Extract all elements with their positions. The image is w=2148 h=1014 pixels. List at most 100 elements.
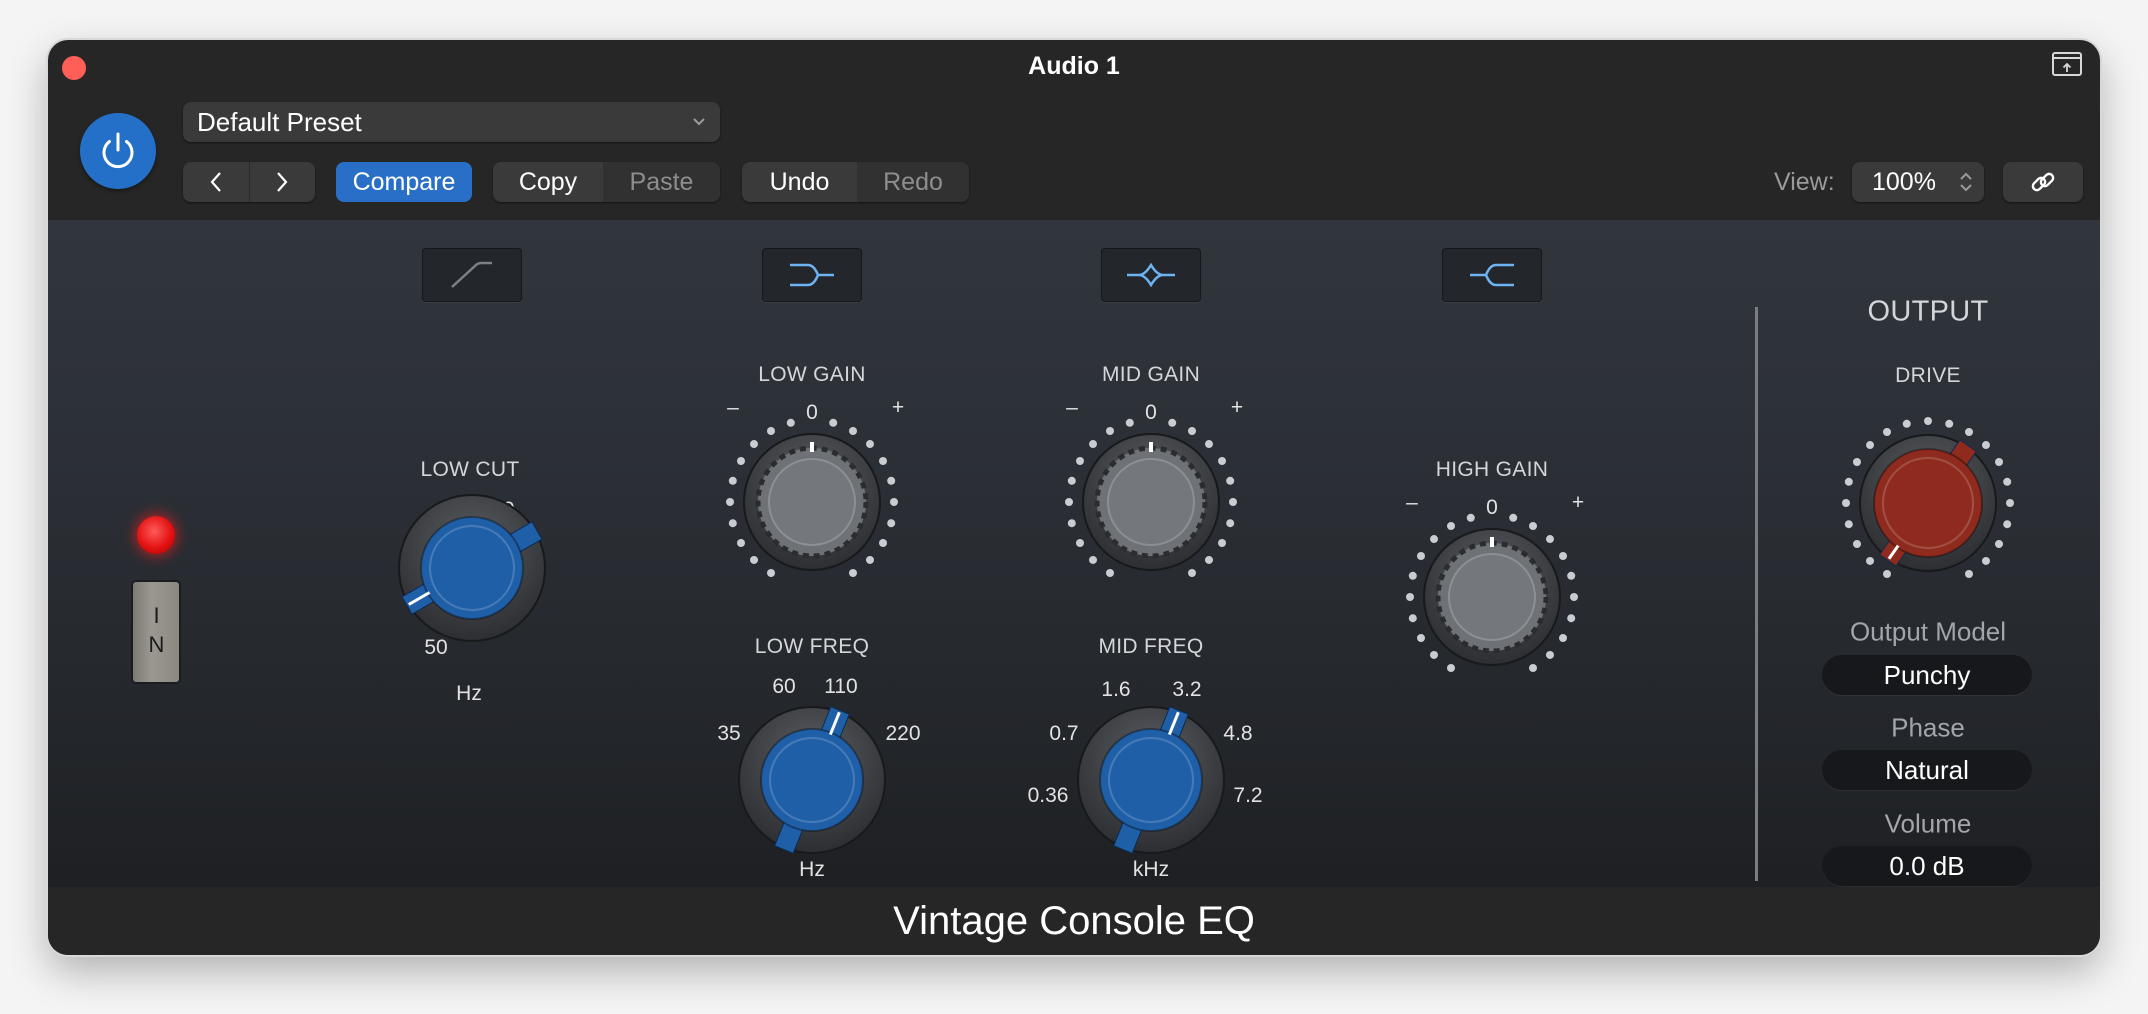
scale-dot <box>1995 540 2004 548</box>
mid-freq-tick-4-8: 4.8 <box>1223 722 1253 745</box>
low-freq-tick-220: 220 <box>885 722 921 745</box>
scale-dot <box>1866 441 1875 450</box>
scale-dot <box>1106 426 1114 435</box>
scale-dot <box>879 539 888 547</box>
high-gain-knob[interactable] <box>1402 507 1582 687</box>
chevron-right-icon <box>277 172 288 192</box>
scale-dot <box>1218 457 1227 465</box>
scale-dot <box>1408 571 1417 580</box>
scale-dot <box>1995 458 2004 466</box>
scale-dot <box>1902 419 1911 428</box>
scale-dot <box>2006 499 2014 507</box>
low-cut-knob[interactable] <box>397 493 547 643</box>
volume-field[interactable]: 0.0 dB <box>1822 846 2032 886</box>
mid-gain-knob[interactable] <box>1061 412 1241 592</box>
low-cut-filter-button[interactable] <box>422 248 522 302</box>
window-title: Audio 1 <box>1028 52 1120 80</box>
low-freq-knob[interactable] <box>737 705 887 855</box>
low-gain-knob[interactable] <box>722 412 902 592</box>
preset-dropdown[interactable]: Default Preset <box>183 102 720 142</box>
scale-dot <box>1106 569 1114 578</box>
scale-dot <box>1125 418 1134 427</box>
scale-dot <box>767 569 775 578</box>
low-filter-button[interactable] <box>762 248 862 302</box>
scale-dot <box>736 457 745 465</box>
mid-freq-tick-3-2: 3.2 <box>1172 678 1202 701</box>
scale-dot <box>1447 521 1455 530</box>
scale-dot <box>1570 593 1578 601</box>
scale-dot <box>887 519 896 528</box>
scale-dot <box>879 457 888 465</box>
mid-freq-tick-7-2: 7.2 <box>1233 784 1263 807</box>
mid-gain-label: MID GAIN <box>1101 363 1201 386</box>
scale-dot <box>728 476 737 485</box>
link-button[interactable] <box>2003 162 2083 202</box>
scale-dot <box>726 498 734 506</box>
knob-cap <box>755 445 869 559</box>
scale-dot <box>1067 476 1076 485</box>
scale-dot <box>1559 634 1568 642</box>
knob-cap <box>1094 445 1208 559</box>
scale-dot <box>1529 664 1537 673</box>
scale-dot <box>1406 593 1414 601</box>
high-filter-button[interactable] <box>1442 248 1542 302</box>
view-label: View: <box>1774 167 1835 196</box>
scale-dot <box>1416 634 1425 642</box>
scale-dot <box>1229 498 1237 506</box>
mid-freq-tick-1-6: 1.6 <box>1101 678 1131 701</box>
window-detach-icon <box>2062 62 2072 72</box>
scale-dot <box>1866 556 1875 565</box>
output-model-selector[interactable]: Punchy <box>1822 655 2032 695</box>
scale-dot <box>1065 498 1073 506</box>
mid-freq-label: MID FREQ <box>1098 635 1204 658</box>
scale-dot <box>1924 417 1932 425</box>
redo-button[interactable]: Redo <box>857 162 969 202</box>
scale-dot <box>1226 476 1235 485</box>
scale-dot <box>786 418 795 427</box>
scale-dot <box>1981 441 1990 450</box>
phase-selector[interactable]: Natural <box>1822 750 2032 790</box>
scale-dot <box>1844 520 1853 529</box>
undo-redo-group: Undo Redo <box>742 162 969 202</box>
compare-button[interactable]: Compare <box>336 162 472 202</box>
output-title: OUTPUT <box>1867 295 1989 328</box>
low-cut-unit: Hz <box>456 682 482 705</box>
plugin-panel: IN LOW CUT 50 80 160 300 Hz <box>48 220 2100 887</box>
next-preset-button[interactable] <box>250 162 316 202</box>
paste-button[interactable]: Paste <box>603 162 720 202</box>
scale-dot <box>1430 650 1439 659</box>
scale-dot <box>1447 664 1455 673</box>
mid-filter-button[interactable] <box>1101 248 1201 302</box>
scale-dot <box>1559 552 1568 560</box>
view-zoom-value: 100% <box>1872 167 1936 196</box>
plugin-name-footer: Vintage Console EQ <box>48 887 2100 955</box>
drive-knob[interactable] <box>1838 413 2018 593</box>
scale-dot <box>1204 555 1213 564</box>
detach-window-button[interactable] <box>2052 52 2082 76</box>
output-divider <box>1755 307 1758 881</box>
low-shelf-icon <box>790 263 834 287</box>
scale-dot <box>750 555 759 564</box>
power-button[interactable] <box>80 113 156 189</box>
copy-button[interactable]: Copy <box>493 162 603 202</box>
signal-led <box>137 516 175 554</box>
undo-button[interactable]: Undo <box>742 162 857 202</box>
plugin-window: Audio 1 Default Preset Compare Copy Past… <box>48 40 2100 955</box>
previous-preset-button[interactable] <box>183 162 249 202</box>
scale-dot <box>1067 519 1076 528</box>
scale-dot <box>1430 535 1439 544</box>
mid-freq-tick-0-36: 0.36 <box>1027 784 1069 807</box>
view-zoom-stepper[interactable]: 100% <box>1852 162 1984 202</box>
in-switch[interactable]: IN <box>133 582 179 682</box>
low-freq-label: LOW FREQ <box>754 635 870 658</box>
mid-freq-knob[interactable] <box>1076 705 1226 855</box>
scale-dot <box>1218 539 1227 547</box>
scale-dot <box>1168 418 1177 427</box>
scale-dot <box>829 418 838 427</box>
scale-dot <box>1965 427 1973 436</box>
scale-dot <box>1981 556 1990 565</box>
scale-dot <box>1883 570 1891 579</box>
high-gain-label: HIGH GAIN <box>1435 458 1549 481</box>
scale-dot <box>1466 513 1475 522</box>
power-icon <box>102 132 134 169</box>
